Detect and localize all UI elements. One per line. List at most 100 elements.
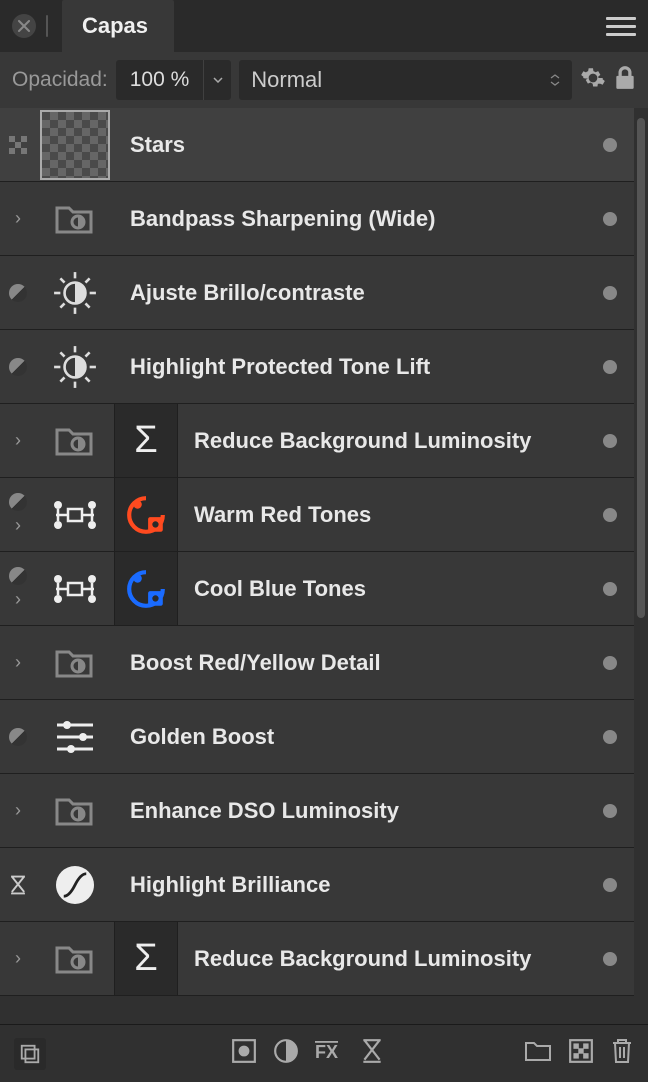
- layer-tag[interactable]: [586, 138, 634, 152]
- layer-tag[interactable]: [586, 656, 634, 670]
- layer-name[interactable]: Reduce Background Luminosity: [178, 428, 586, 454]
- layer-name[interactable]: Enhance DSO Luminosity: [114, 798, 586, 824]
- disclosure-icon: ›: [15, 589, 21, 610]
- layer-row[interactable]: › Bandpass Sharpening (Wide): [0, 182, 634, 256]
- layer-settings-button[interactable]: [580, 65, 606, 96]
- layer-name[interactable]: Golden Boost: [114, 724, 586, 750]
- layer-thumbnail[interactable]: [36, 922, 114, 995]
- opacity-input[interactable]: 100 %: [116, 60, 232, 100]
- layer-thumbnail[interactable]: [36, 478, 114, 551]
- layer-left-controls[interactable]: [0, 256, 36, 329]
- tab-layers[interactable]: Capas: [62, 0, 174, 52]
- layer-tag[interactable]: [586, 360, 634, 374]
- opacity-stepper[interactable]: [203, 60, 231, 100]
- layer-thumbnail[interactable]: [36, 108, 114, 181]
- layer-row[interactable]: Highlight Protected Tone Lift: [0, 330, 634, 404]
- layer-row[interactable]: › Cool Blue Tones: [0, 552, 634, 626]
- layer-left-controls[interactable]: [0, 700, 36, 773]
- layer-thumbnail[interactable]: [36, 256, 114, 329]
- layer-row[interactable]: › Boost Red/Yellow Detail: [0, 626, 634, 700]
- layer-thumbnail[interactable]: [36, 330, 114, 403]
- layer-tag[interactable]: [586, 878, 634, 892]
- layer-row[interactable]: Ajuste Brillo/contraste: [0, 256, 634, 330]
- layer-row[interactable]: Stars: [0, 108, 634, 182]
- procedural-texture-icon: Σ: [134, 419, 158, 462]
- add-mask-button[interactable]: [231, 1038, 257, 1069]
- close-panel-button[interactable]: [12, 14, 36, 38]
- layer-name[interactable]: Highlight Protected Tone Lift: [114, 354, 586, 380]
- blend-mode-select[interactable]: Normal: [239, 60, 572, 100]
- layer-left-controls[interactable]: ›: [0, 182, 36, 255]
- layer-thumbnail[interactable]: [36, 626, 114, 699]
- layer-row[interactable]: › Enhance DSO Luminosity: [0, 774, 634, 848]
- layer-left-controls[interactable]: ›: [0, 774, 36, 847]
- layer-name[interactable]: Stars: [114, 132, 586, 158]
- layer-row[interactable]: Highlight Brilliance: [0, 848, 634, 922]
- panel-header: Capas: [0, 0, 648, 52]
- color-tag-icon: [603, 360, 617, 374]
- layer-name[interactable]: Warm Red Tones: [178, 502, 586, 528]
- blend-mode-value: Normal: [251, 67, 322, 93]
- layer-thumbnail[interactable]: [36, 700, 114, 773]
- panel-menu-button[interactable]: [606, 11, 636, 41]
- add-pixel-layer-button[interactable]: [568, 1038, 594, 1069]
- layer-name[interactable]: Reduce Background Luminosity: [178, 946, 586, 972]
- chevron-down-icon: [213, 77, 223, 83]
- scrollbar-thumb[interactable]: [637, 118, 645, 618]
- add-adjustment-button[interactable]: [273, 1038, 299, 1069]
- scrollbar-track[interactable]: [634, 108, 648, 1024]
- layer-tag[interactable]: [586, 730, 634, 744]
- layer-row[interactable]: › Warm Red Tones: [0, 478, 634, 552]
- color-tag-icon: [603, 730, 617, 744]
- disclosure-icon: ›: [15, 948, 21, 969]
- color-tag-icon: [603, 508, 617, 522]
- add-live-filter-button[interactable]: [361, 1038, 383, 1069]
- layer-left-controls[interactable]: [0, 848, 36, 921]
- layer-tag[interactable]: [586, 286, 634, 300]
- layer-name[interactable]: Boost Red/Yellow Detail: [114, 650, 586, 676]
- layer-extra-thumb[interactable]: Σ: [114, 922, 178, 995]
- layer-thumbnail[interactable]: [36, 848, 114, 921]
- gear-icon: [580, 65, 606, 91]
- layer-extra-thumb[interactable]: [114, 478, 178, 551]
- layer-left-controls[interactable]: ›: [0, 404, 36, 477]
- merge-layers-button[interactable]: [14, 1038, 46, 1070]
- layer-name[interactable]: Ajuste Brillo/contraste: [114, 280, 586, 306]
- layer-tag[interactable]: [586, 582, 634, 596]
- color-tag-icon: [603, 804, 617, 818]
- layer-tag[interactable]: [586, 212, 634, 226]
- layer-tag[interactable]: [586, 508, 634, 522]
- add-group-button[interactable]: [524, 1039, 552, 1068]
- layer-tag[interactable]: [586, 434, 634, 448]
- layer-extra-thumb[interactable]: [114, 552, 178, 625]
- add-fx-button[interactable]: FX: [315, 1038, 345, 1069]
- color-tag-icon: [603, 286, 617, 300]
- layer-thumbnail[interactable]: [36, 182, 114, 255]
- layer-row[interactable]: › ΣReduce Background Luminosity: [0, 922, 634, 996]
- adjustment-icon: [273, 1038, 299, 1064]
- layer-left-controls[interactable]: ›: [0, 478, 36, 551]
- layer-extra-thumb[interactable]: Σ: [114, 404, 178, 477]
- adjustment-indicator-icon: [9, 284, 27, 302]
- layer-left-controls[interactable]: [0, 330, 36, 403]
- layer-name[interactable]: Cool Blue Tones: [178, 576, 586, 602]
- layer-left-controls[interactable]: ›: [0, 922, 36, 995]
- layer-thumbnail[interactable]: [36, 404, 114, 477]
- layer-tag[interactable]: [586, 804, 634, 818]
- delete-layer-button[interactable]: [610, 1037, 634, 1070]
- layer-name[interactable]: Highlight Brilliance: [114, 872, 586, 898]
- channel-mixer-icon: [51, 495, 99, 535]
- layer-left-controls[interactable]: [0, 108, 36, 181]
- lock-button[interactable]: [614, 65, 636, 96]
- layer-thumbnail[interactable]: [36, 774, 114, 847]
- live-filter-icon: [8, 873, 28, 897]
- layer-thumbnail[interactable]: [36, 552, 114, 625]
- layer-row[interactable]: Golden Boost: [0, 700, 634, 774]
- layer-name[interactable]: Bandpass Sharpening (Wide): [114, 206, 586, 232]
- layer-left-controls[interactable]: ›: [0, 626, 36, 699]
- layer-left-controls[interactable]: ›: [0, 552, 36, 625]
- layers-list[interactable]: Stars › Bandpass Sharpening (Wide) Ajuste B…: [0, 108, 634, 1024]
- group-folder-icon: [54, 942, 96, 976]
- layer-row[interactable]: › Σ Reduce Background Luminosity: [0, 404, 634, 478]
- layer-tag[interactable]: [586, 952, 634, 966]
